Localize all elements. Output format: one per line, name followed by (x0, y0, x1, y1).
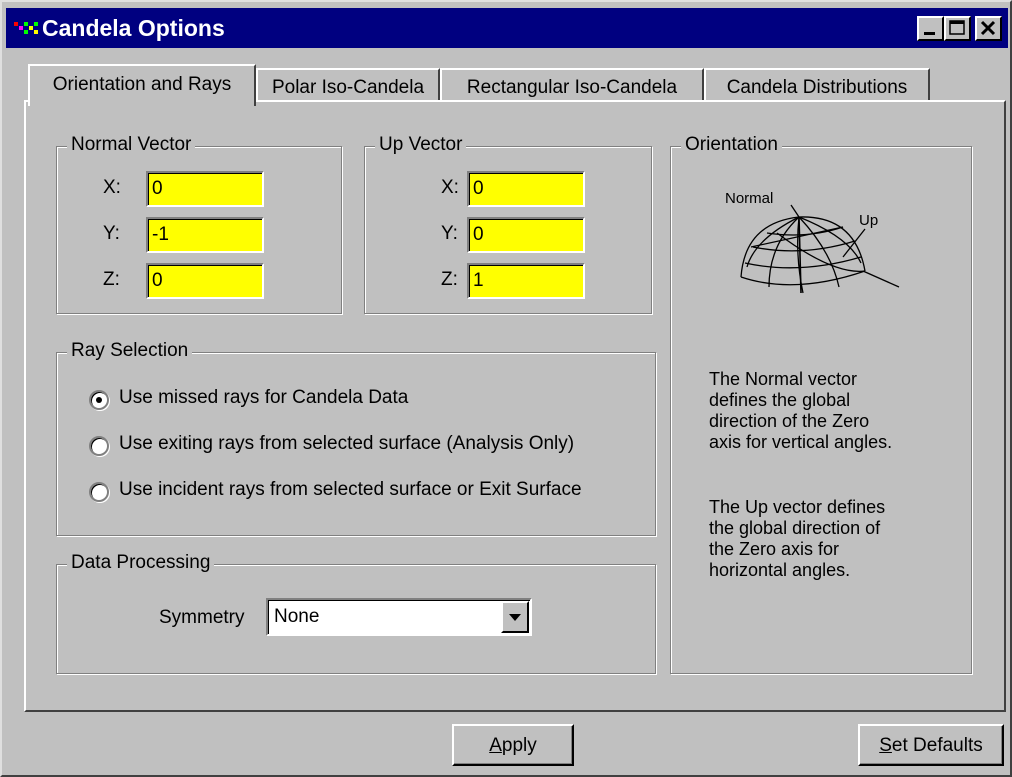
up-x-label: X: (441, 177, 459, 198)
up-y-field[interactable]: 0 (467, 217, 585, 253)
up-x-field[interactable]: 0 (467, 171, 585, 207)
title-bar[interactable]: Candela Options (6, 8, 1008, 48)
app-icon (14, 22, 38, 34)
normal-vector-group: Normal Vector X: 0 Y: -1 Z: 0 (56, 134, 342, 314)
set-defaults-button[interactable]: Set Defaults (858, 724, 1004, 766)
up-z-label: Z: (441, 269, 458, 290)
tab-orientation-and-rays[interactable]: Orientation and Rays (28, 64, 256, 106)
orientation-title: Orientation (681, 134, 782, 156)
up-z-field[interactable]: 1 (467, 263, 585, 299)
close-button[interactable] (975, 16, 1002, 41)
apply-button[interactable]: Apply (452, 724, 574, 766)
up-vector-title: Up Vector (375, 134, 467, 156)
diagram-up-label: Up (859, 212, 878, 229)
dropdown-arrow-button[interactable] (501, 601, 529, 633)
symmetry-dropdown[interactable]: None (266, 598, 532, 636)
normal-z-field[interactable]: 0 (146, 263, 264, 299)
normal-y-field[interactable]: -1 (146, 217, 264, 253)
normal-z-label: Z: (103, 269, 120, 290)
ray-selection-title: Ray Selection (67, 340, 193, 362)
maximize-button[interactable] (944, 16, 971, 41)
normal-y-label: Y: (103, 223, 120, 244)
radio-button[interactable] (89, 436, 109, 456)
dropdown-arrow-icon (509, 614, 521, 621)
normal-x-label: X: (103, 177, 121, 198)
radio-button-checked[interactable] (89, 390, 109, 410)
radio-label: Use missed rays for Candela Data (119, 387, 409, 408)
orientation-diagram: Normal Up (725, 190, 900, 294)
symmetry-label: Symmetry (159, 607, 245, 628)
close-icon (980, 20, 996, 36)
normal-x-field[interactable]: 0 (146, 171, 264, 207)
radio-label: Use exiting rays from selected surface (… (119, 433, 575, 454)
ray-selection-group: Ray Selection Use missed rays for Candel… (56, 340, 656, 536)
orientation-group: Orientation Normal Up The Normal vector … (670, 134, 972, 674)
normal-vector-title: Normal Vector (67, 134, 196, 156)
maximize-icon (949, 20, 965, 35)
radio-button[interactable] (89, 482, 109, 502)
window-title: Candela Options (42, 15, 225, 41)
minimize-icon (924, 32, 935, 35)
orientation-description-normal: The Normal vector defines the global dir… (709, 369, 893, 452)
orientation-description-up: The Up vector defines the global directi… (709, 497, 886, 580)
up-y-label: Y: (441, 223, 458, 244)
up-vector-group: Up Vector X: 0 Y: 0 Z: 1 (364, 134, 652, 314)
symmetry-value: None (274, 606, 320, 627)
data-processing-title: Data Processing (67, 552, 215, 574)
radio-label: Use incident rays from selected surface … (119, 479, 582, 500)
diagram-normal-label: Normal (725, 190, 773, 207)
minimize-button[interactable] (917, 16, 944, 41)
